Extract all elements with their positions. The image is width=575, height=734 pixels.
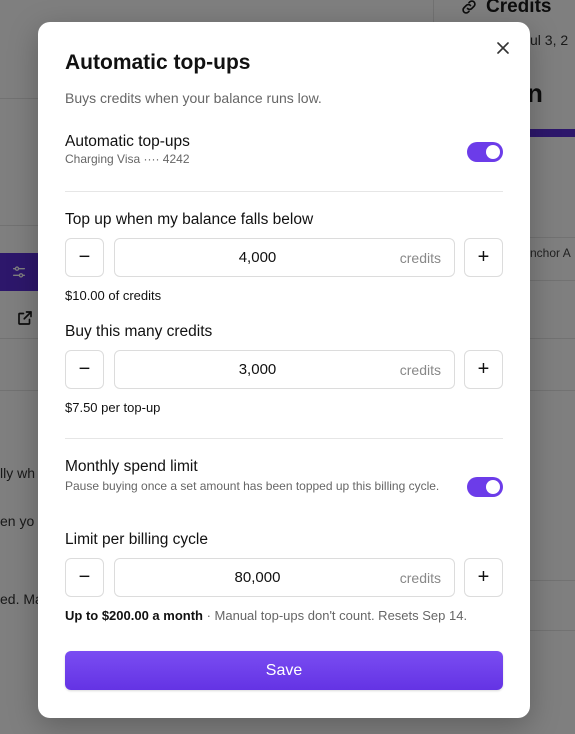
threshold-input[interactable]: 4,000 credits	[114, 238, 455, 277]
close-button[interactable]	[494, 39, 512, 57]
cycle-limit-note-amount: Up to $200.00 a month	[65, 608, 203, 623]
automatic-topups-dialog: Automatic top-ups Buys credits when your…	[38, 22, 530, 718]
buy-amount-note: $7.50 per top-up	[65, 400, 160, 415]
plus-icon: +	[477, 246, 490, 268]
monthly-limit-toggle[interactable]	[467, 477, 503, 497]
buy-amount-note-text: $7.50 per top-up	[65, 400, 161, 415]
threshold-increment-button[interactable]: +	[464, 238, 503, 277]
buy-amount-unit: credits	[399, 362, 441, 378]
minus-icon: −	[78, 566, 91, 588]
plus-icon: +	[477, 566, 490, 588]
threshold-value: 4,000	[238, 249, 277, 266]
toggle-knob	[486, 480, 500, 494]
threshold-unit: credits	[399, 250, 441, 266]
toggle-knob	[486, 145, 500, 159]
minus-icon: −	[78, 246, 91, 268]
threshold-label: Top up when my balance falls below	[65, 211, 314, 228]
cycle-limit-input[interactable]: 80,000 credits	[114, 558, 455, 597]
threshold-decrement-button[interactable]: −	[65, 238, 104, 277]
threshold-note: $10.00 of credits	[65, 288, 161, 303]
dialog-title: Automatic top-ups	[65, 51, 251, 74]
close-icon	[497, 42, 509, 54]
payment-method-text: Charging Visa ···· 4242	[65, 152, 190, 166]
minus-icon: −	[78, 358, 91, 380]
cycle-limit-label: Limit per billing cycle	[65, 531, 208, 548]
cycle-limit-unit: credits	[399, 570, 441, 586]
threshold-note-text: $10.00 of credits	[65, 288, 162, 303]
cycle-limit-note: Up to $200.00 a month · Manual top-ups d…	[65, 608, 467, 623]
monthly-limit-label: Monthly spend limit	[65, 458, 198, 475]
buy-amount-decrement-button[interactable]: −	[65, 350, 104, 389]
buy-amount-label: Buy this many credits	[65, 323, 213, 340]
cycle-limit-increment-button[interactable]: +	[464, 558, 503, 597]
buy-amount-input[interactable]: 3,000 credits	[114, 350, 455, 389]
cycle-limit-value: 80,000	[234, 569, 281, 586]
auto-topups-label: Automatic top-ups	[65, 133, 190, 150]
cycle-limit-decrement-button[interactable]: −	[65, 558, 104, 597]
buy-amount-value: 3,000	[238, 361, 277, 378]
dialog-subtitle: Buys credits when your balance runs low.	[65, 90, 322, 106]
monthly-limit-description: Pause buying once a set amount has been …	[65, 479, 440, 493]
plus-icon: +	[477, 358, 490, 380]
section-divider	[65, 191, 503, 192]
buy-amount-increment-button[interactable]: +	[464, 350, 503, 389]
cycle-limit-note-detail: · Manual top-ups don't count. Resets Sep…	[202, 608, 468, 623]
auto-topups-toggle[interactable]	[467, 142, 503, 162]
section-divider	[65, 438, 503, 439]
save-button[interactable]: Save	[65, 651, 503, 690]
